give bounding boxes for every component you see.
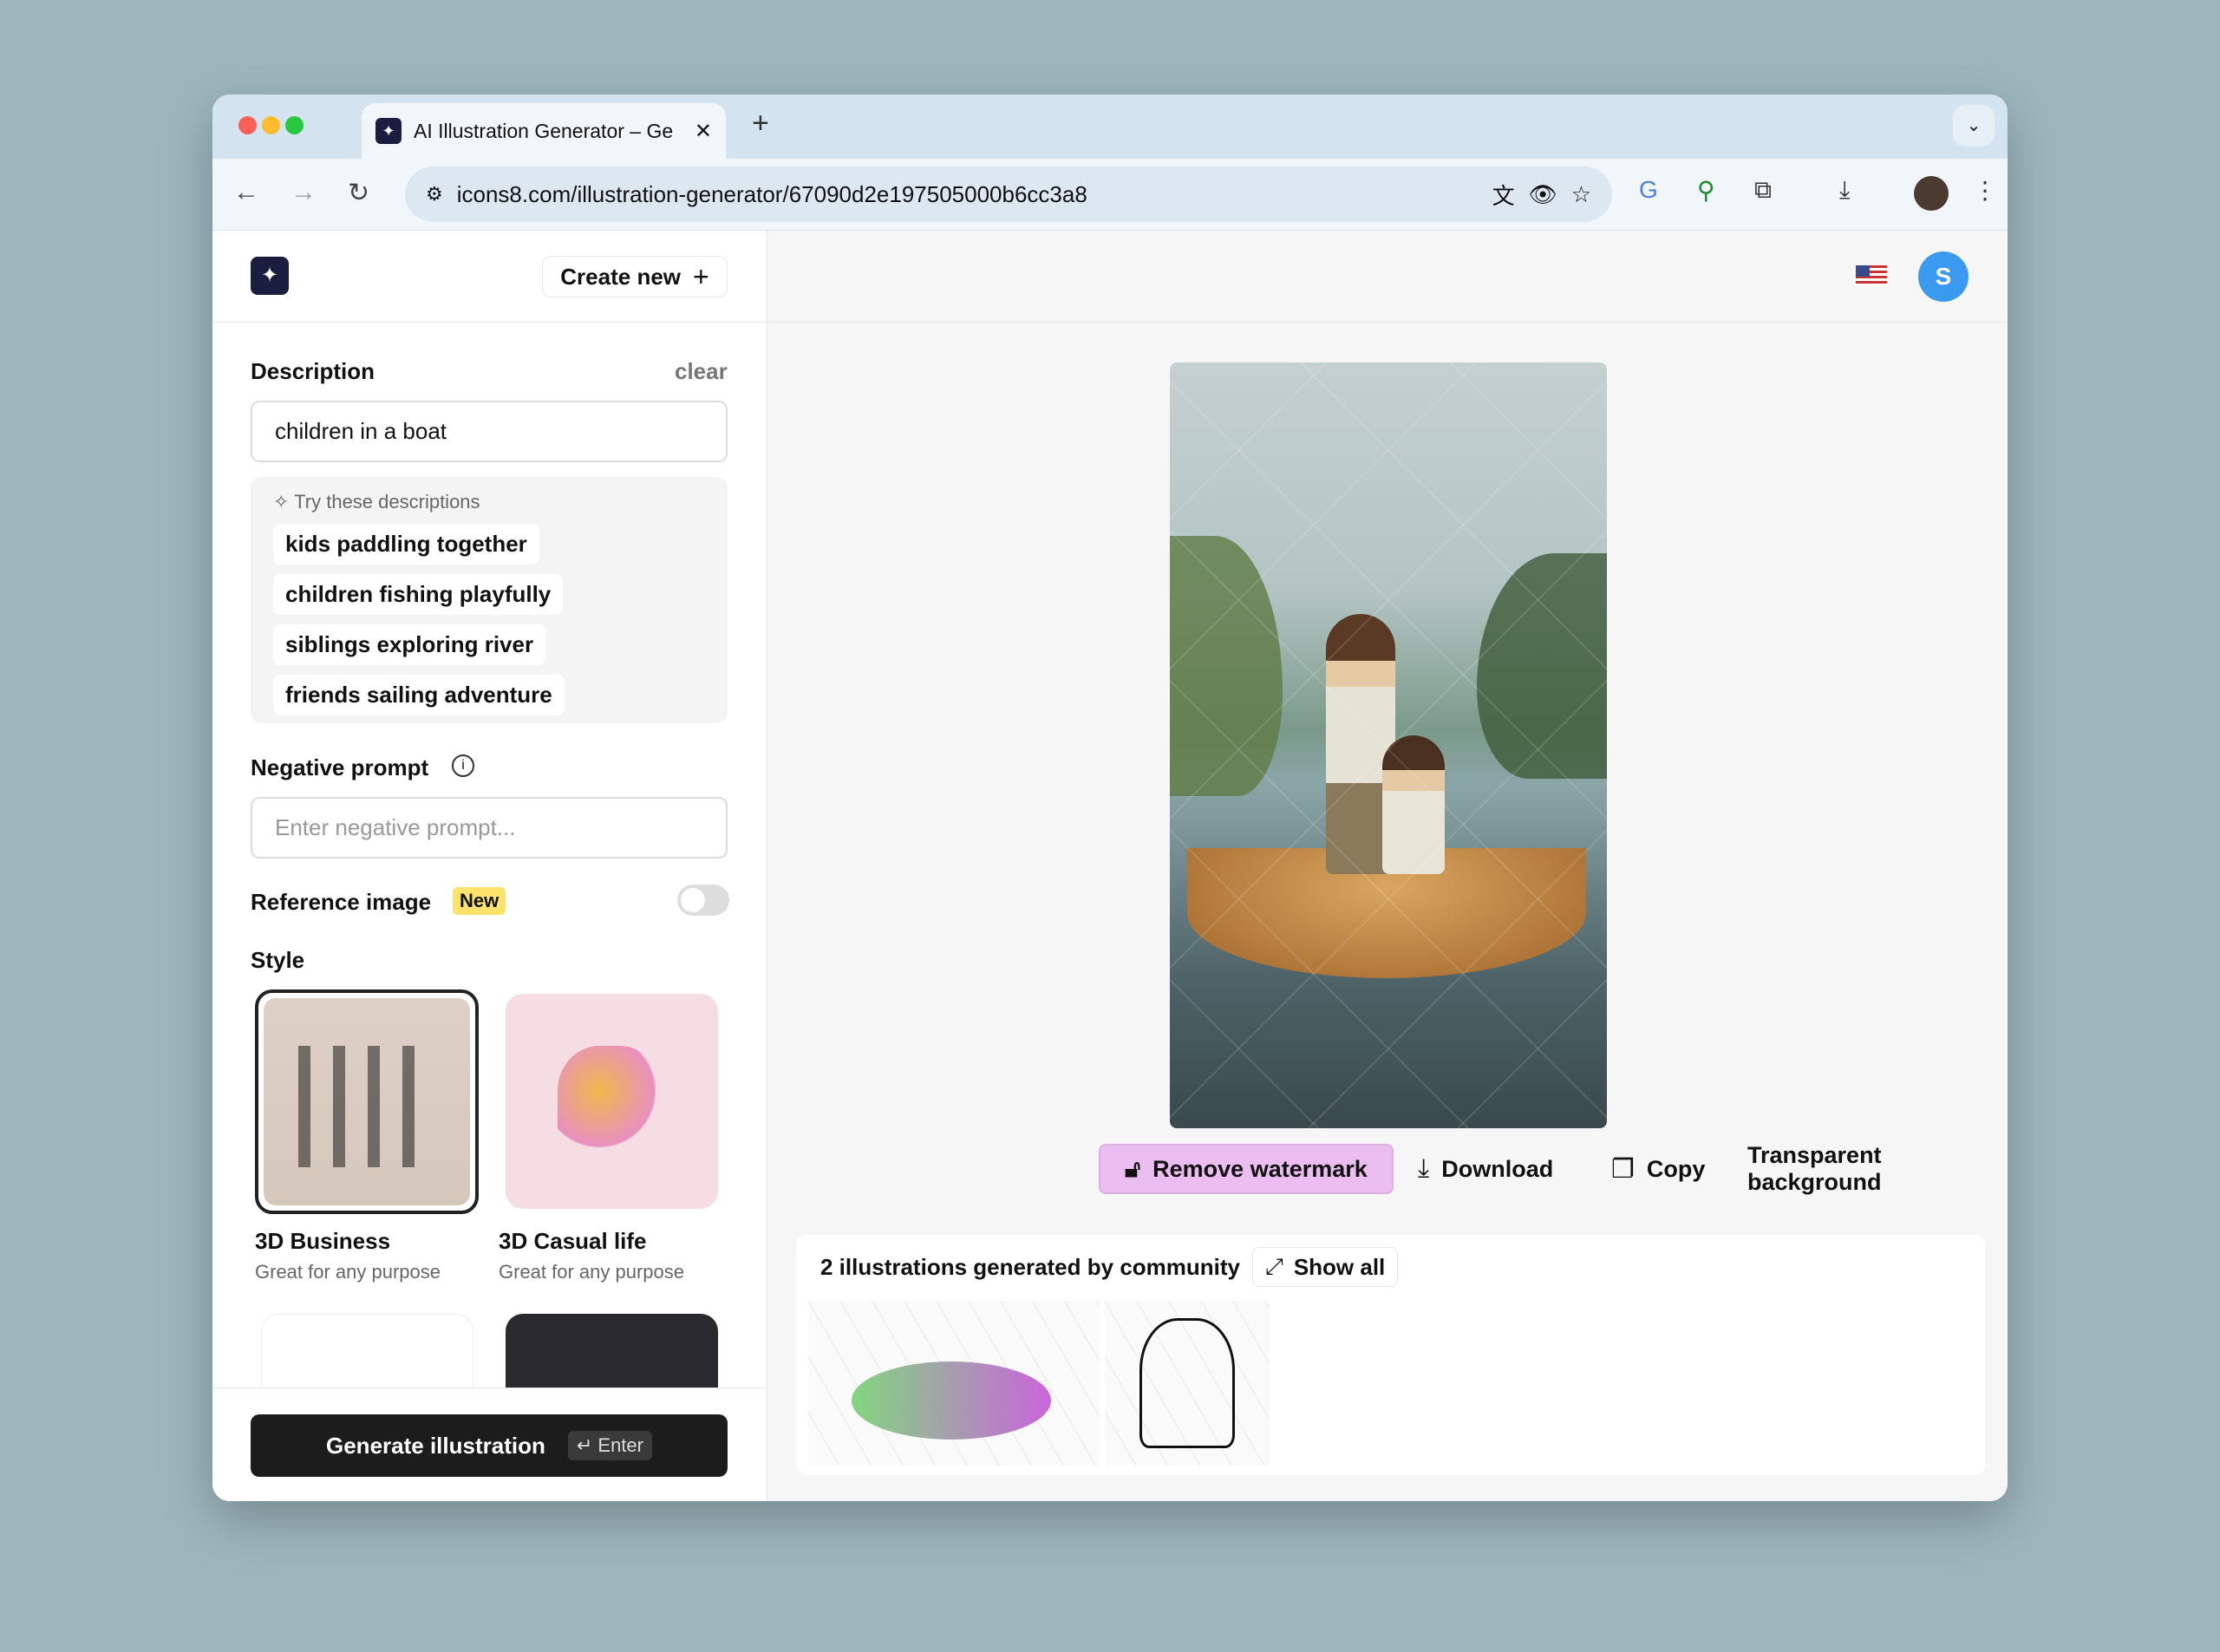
enter-key-hint: ↵ Enter [567, 1431, 652, 1460]
download-icon: ⤓ [1418, 1154, 1430, 1183]
community-title: 2 illustrations generated by community [820, 1254, 1240, 1280]
show-all-label: Show all [1293, 1253, 1386, 1280]
forward-arrow-icon[interactable]: → [291, 178, 317, 207]
profile-avatar[interactable] [1914, 176, 1949, 211]
tab-list-chevron-down-icon[interactable]: ⌄ [1953, 105, 1995, 147]
copy-button[interactable]: ❐ Copy [1611, 1144, 1705, 1194]
google-translate-extension-icon[interactable]: G [1639, 176, 1658, 204]
generate-label: Generate illustration [326, 1432, 545, 1459]
browser-window: ✦ AI Illustration Generator – Ge ✕ + ⌄ ←… [212, 95, 2008, 1501]
tab-title: AI Illustration Generator – Ge [414, 119, 674, 142]
negative-prompt-input[interactable]: Enter negative prompt... [251, 797, 728, 859]
style-card-3d-business[interactable] [255, 989, 479, 1214]
suggestion-chip[interactable]: friends sailing adventure [273, 675, 565, 715]
suggestions-panel: ✧ Try these descriptions kids paddling t… [251, 477, 728, 723]
style-preview-image [264, 998, 470, 1205]
style-name: 3D Business [255, 1228, 391, 1254]
extensions-puzzle-icon[interactable]: ⧉ [1754, 176, 1772, 205]
description-label: Description [251, 358, 375, 384]
style-description: Great for any purpose [255, 1261, 441, 1283]
reference-image-toggle[interactable] [677, 885, 729, 916]
community-thumbnail[interactable] [808, 1301, 1100, 1466]
suggestion-chip[interactable]: kids paddling together [273, 524, 539, 565]
minimize-window-button[interactable] [262, 116, 280, 134]
suggestion-chip[interactable]: siblings exploring river [273, 624, 546, 665]
sidebar-header: ✦ Create new + [212, 231, 767, 323]
remove-watermark-label: Remove watermark [1152, 1155, 1368, 1182]
main-header: S [767, 231, 2008, 323]
user-avatar[interactable]: S [1918, 251, 1969, 302]
new-badge: New [453, 887, 506, 915]
generate-illustration-button[interactable]: Generate illustration ↵ Enter [251, 1414, 728, 1477]
browser-toolbar: ← → ↻ ⚙ icons8.com/illustration-generato… [212, 159, 2008, 231]
suggestions-header: ✧ Try these descriptions [273, 491, 705, 513]
style-card-3d-casual-life[interactable] [506, 994, 718, 1209]
create-new-button[interactable]: Create new + [542, 256, 728, 297]
clear-button[interactable]: clear [675, 358, 728, 385]
main-area: S 🔓︎ Remove watermark ⤓ Download ❐ Copy Tra… [767, 231, 2008, 1501]
create-new-label: Create new [560, 263, 682, 290]
tab-bar: ✦ AI Illustration Generator – Ge ✕ + ⌄ [212, 95, 2008, 159]
expand-icon: ⤢ [1265, 1253, 1283, 1279]
remove-watermark-button[interactable]: 🔓︎ Remove watermark [1099, 1144, 1394, 1194]
style-preview-image [558, 1046, 662, 1159]
style-name: 3D Casual life [499, 1228, 647, 1254]
negative-prompt-placeholder: Enter negative prompt... [275, 814, 516, 840]
copy-label: Copy [1646, 1155, 1706, 1182]
generated-illustration[interactable] [1170, 362, 1607, 1128]
info-icon[interactable]: i [452, 754, 474, 777]
watermark-overlay [1170, 362, 1607, 1128]
us-flag-icon[interactable] [1856, 265, 1887, 286]
sidebar: ✦ Create new + Description clear children… [212, 231, 767, 1501]
description-value: children in a boat [275, 418, 447, 444]
style-card-outline[interactable] [261, 1314, 473, 1388]
back-arrow-icon[interactable]: ← [233, 178, 259, 207]
enter-key-label: Enter [597, 1434, 643, 1456]
style-label: Style [251, 947, 305, 973]
reference-image-label: Reference image [251, 889, 432, 915]
reload-icon[interactable]: ↻ [348, 178, 369, 208]
close-tab-icon[interactable]: ✕ [695, 119, 712, 144]
eye-off-icon[interactable]: 👁 [1529, 181, 1557, 208]
maximize-window-button[interactable] [285, 116, 304, 134]
suggestion-chip[interactable]: children fishing playfully [273, 574, 564, 615]
copy-icon: ❐ [1611, 1154, 1635, 1184]
style-description: Great for any purpose [499, 1261, 685, 1283]
favicon-icon: ✦ [375, 118, 402, 144]
new-tab-button[interactable]: + [752, 107, 769, 140]
sparkles-icon: ✧ [273, 491, 295, 513]
app-logo-icon[interactable]: ✦ [251, 257, 289, 295]
style-card-dark[interactable] [506, 1314, 718, 1388]
plus-icon: + [693, 260, 709, 292]
translate-icon[interactable]: 文 [1492, 179, 1515, 211]
community-thumbnail[interactable] [1105, 1301, 1270, 1466]
browser-tab[interactable]: ✦ AI Illustration Generator – Ge ✕ [362, 103, 726, 159]
bookmark-star-icon[interactable]: ☆ [1571, 181, 1591, 208]
download-label: Download [1441, 1155, 1554, 1182]
transparent-background-label: Transparent background [1747, 1142, 1882, 1195]
unlock-icon: 🔓︎ [1125, 1154, 1141, 1182]
search-extension-icon[interactable]: ⚲ [1697, 176, 1715, 205]
suggestions-title: Try these descriptions [294, 491, 480, 513]
close-window-button[interactable] [238, 116, 257, 134]
show-all-button[interactable]: ⤢ Show all [1252, 1247, 1399, 1287]
negative-prompt-label: Negative prompt [251, 754, 429, 780]
address-bar[interactable]: ⚙ icons8.com/illustration-generator/6709… [405, 167, 1612, 222]
community-panel: 2 illustrations generated by community ⤢… [796, 1235, 1985, 1475]
site-settings-icon[interactable]: ⚙ [426, 183, 443, 206]
url-text[interactable]: icons8.com/illustration-generator/67090d… [457, 181, 1479, 208]
download-button[interactable]: ⤓ Download [1418, 1144, 1553, 1194]
description-input[interactable]: children in a boat [251, 401, 728, 462]
browser-menu-icon[interactable]: ⋮ [1973, 176, 1997, 205]
download-icon[interactable]: ⤓ [1839, 176, 1850, 205]
